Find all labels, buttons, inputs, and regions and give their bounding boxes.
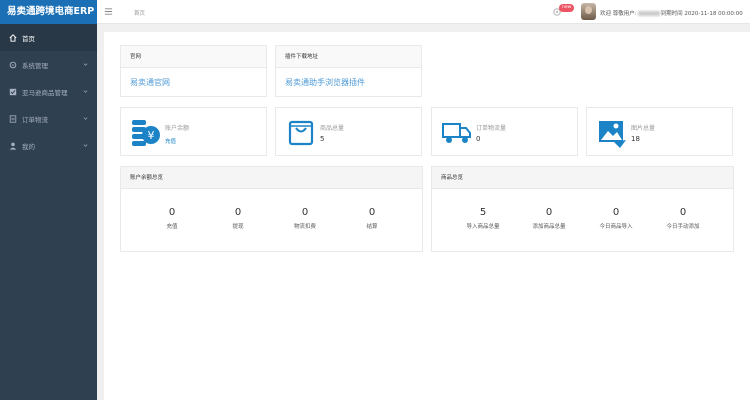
masked-username [637, 11, 660, 16]
summary-value: 0 [679, 207, 687, 218]
card-title: 账户余额总览 [121, 167, 422, 189]
summary-label: 今日商品导入 [599, 224, 633, 230]
top-header: 首页 new 欢迎 尊敬用户: 到期时间 2020-11-18 00:00:00 [97, 0, 750, 24]
summary-item: 0 物流扣费 [285, 207, 325, 230]
summary-item: 0 结算 [352, 207, 392, 230]
stat-label: 商品总量 [320, 125, 345, 132]
sidebar-item-system[interactable]: 系统管理 [0, 51, 97, 78]
main-content: 官网 易卖通官网 插件下载地址 易卖通助手浏览器插件 ¥ 账户余额 充值 商品总… [104, 32, 750, 400]
summary-item: 0 充值 [152, 207, 192, 230]
summary-label: 结算 [366, 224, 378, 230]
product-icon [8, 87, 17, 96]
tab-home[interactable]: 首页 [134, 9, 145, 17]
sidebar-item-label: 首页 [22, 34, 35, 43]
wallet-icon: ¥ [132, 120, 160, 146]
settings-icon [8, 60, 17, 69]
svg-text:¥: ¥ [148, 129, 155, 142]
plugin-download-card: 插件下载地址 易卖通助手浏览器插件 [275, 45, 422, 97]
sidebar-item-order-logistics[interactable]: 订单物流 [0, 105, 97, 132]
summary-value: 5 [479, 207, 487, 218]
stat-value: 18 [631, 135, 640, 143]
summary-label: 充值 [166, 224, 178, 230]
truck-icon [442, 123, 471, 143]
stat-value: 0 [476, 135, 481, 143]
image-icon [599, 121, 626, 148]
sidebar-item-mine[interactable]: 我的 [0, 132, 97, 159]
stat-label: 图片总量 [631, 125, 656, 132]
stat-value: 5 [320, 135, 325, 143]
product-total-card: 商品总量 5 [275, 107, 422, 156]
welcome-text: 欢迎 尊敬用户: [600, 11, 637, 17]
chevron-down-icon [83, 144, 88, 147]
summary-value: 0 [168, 207, 176, 218]
summary-label: 添加商品总量 [532, 224, 566, 230]
chevron-down-icon [83, 90, 88, 93]
card-title: 商品总览 [432, 167, 733, 189]
stat-label: 账户余额 [165, 125, 190, 132]
order-logistics-card: 订单物流量 0 [431, 107, 578, 156]
card-title: 插件下载地址 [276, 46, 421, 68]
avatar[interactable] [581, 3, 596, 20]
sidebar-item-home[interactable]: 首页 [0, 24, 97, 51]
stat-label: 订单物流量 [476, 125, 507, 132]
summary-value: 0 [545, 207, 553, 218]
order-icon [8, 114, 17, 123]
expire-text: 到期时间 2020-11-18 00:00:00 [660, 11, 743, 17]
summary-value: 0 [234, 207, 242, 218]
official-site-link[interactable]: 易卖通官网 [121, 68, 266, 97]
sidebar-item-label: 订单物流 [22, 115, 48, 124]
summary-value: 0 [612, 207, 620, 218]
summary-item: 0 今日手动添加 [663, 207, 703, 230]
sidebar-item-label: 我的 [22, 142, 35, 151]
balance-summary-card: 账户余额总览 0 充值 0 提现 0 物流扣费 0 结算 [120, 166, 423, 252]
product-summary-card: 商品总览 5 导入商品总量 0 添加商品总量 0 今日商品导入 0 今日手动添加 [431, 166, 734, 252]
summary-item: 0 提现 [218, 207, 258, 230]
card-title: 官网 [121, 46, 266, 68]
sidebar: 易卖通跨境电商ERP 首页 系统管理 亚马逊商品管理 订单物流 我的 [0, 0, 97, 400]
home-icon [8, 33, 17, 42]
balance-card: ¥ 账户余额 充值 [120, 107, 267, 156]
menu-toggle-icon[interactable] [104, 7, 113, 16]
official-site-card: 官网 易卖通官网 [120, 45, 267, 97]
chevron-down-icon [83, 63, 88, 66]
user-info: 欢迎 尊敬用户: 到期时间 2020-11-18 00:00:00 [600, 9, 743, 17]
summary-label: 提现 [232, 224, 244, 230]
summary-value: 0 [368, 207, 376, 218]
summary-item: 0 今日商品导入 [596, 207, 636, 230]
chevron-down-icon [83, 117, 88, 120]
summary-item: 0 添加商品总量 [529, 207, 569, 230]
summary-item: 5 导入商品总量 [463, 207, 503, 230]
bag-icon [288, 120, 314, 146]
sidebar-item-amazon-products[interactable]: 亚马逊商品管理 [0, 78, 97, 105]
new-badge: new [559, 4, 575, 12]
user-icon [8, 141, 17, 150]
sidebar-item-label: 系统管理 [22, 61, 48, 70]
summary-label: 导入商品总量 [466, 224, 500, 230]
image-total-card: 图片总量 18 [586, 107, 733, 156]
summary-value: 0 [301, 207, 309, 218]
sidebar-item-label: 亚马逊商品管理 [22, 88, 68, 97]
plugin-download-link[interactable]: 易卖通助手浏览器插件 [276, 68, 421, 97]
recharge-link[interactable]: 充值 [165, 137, 176, 145]
summary-label: 今日手动添加 [666, 224, 700, 230]
app-title[interactable]: 易卖通跨境电商ERP [0, 0, 97, 24]
summary-label: 物流扣费 [293, 224, 316, 230]
